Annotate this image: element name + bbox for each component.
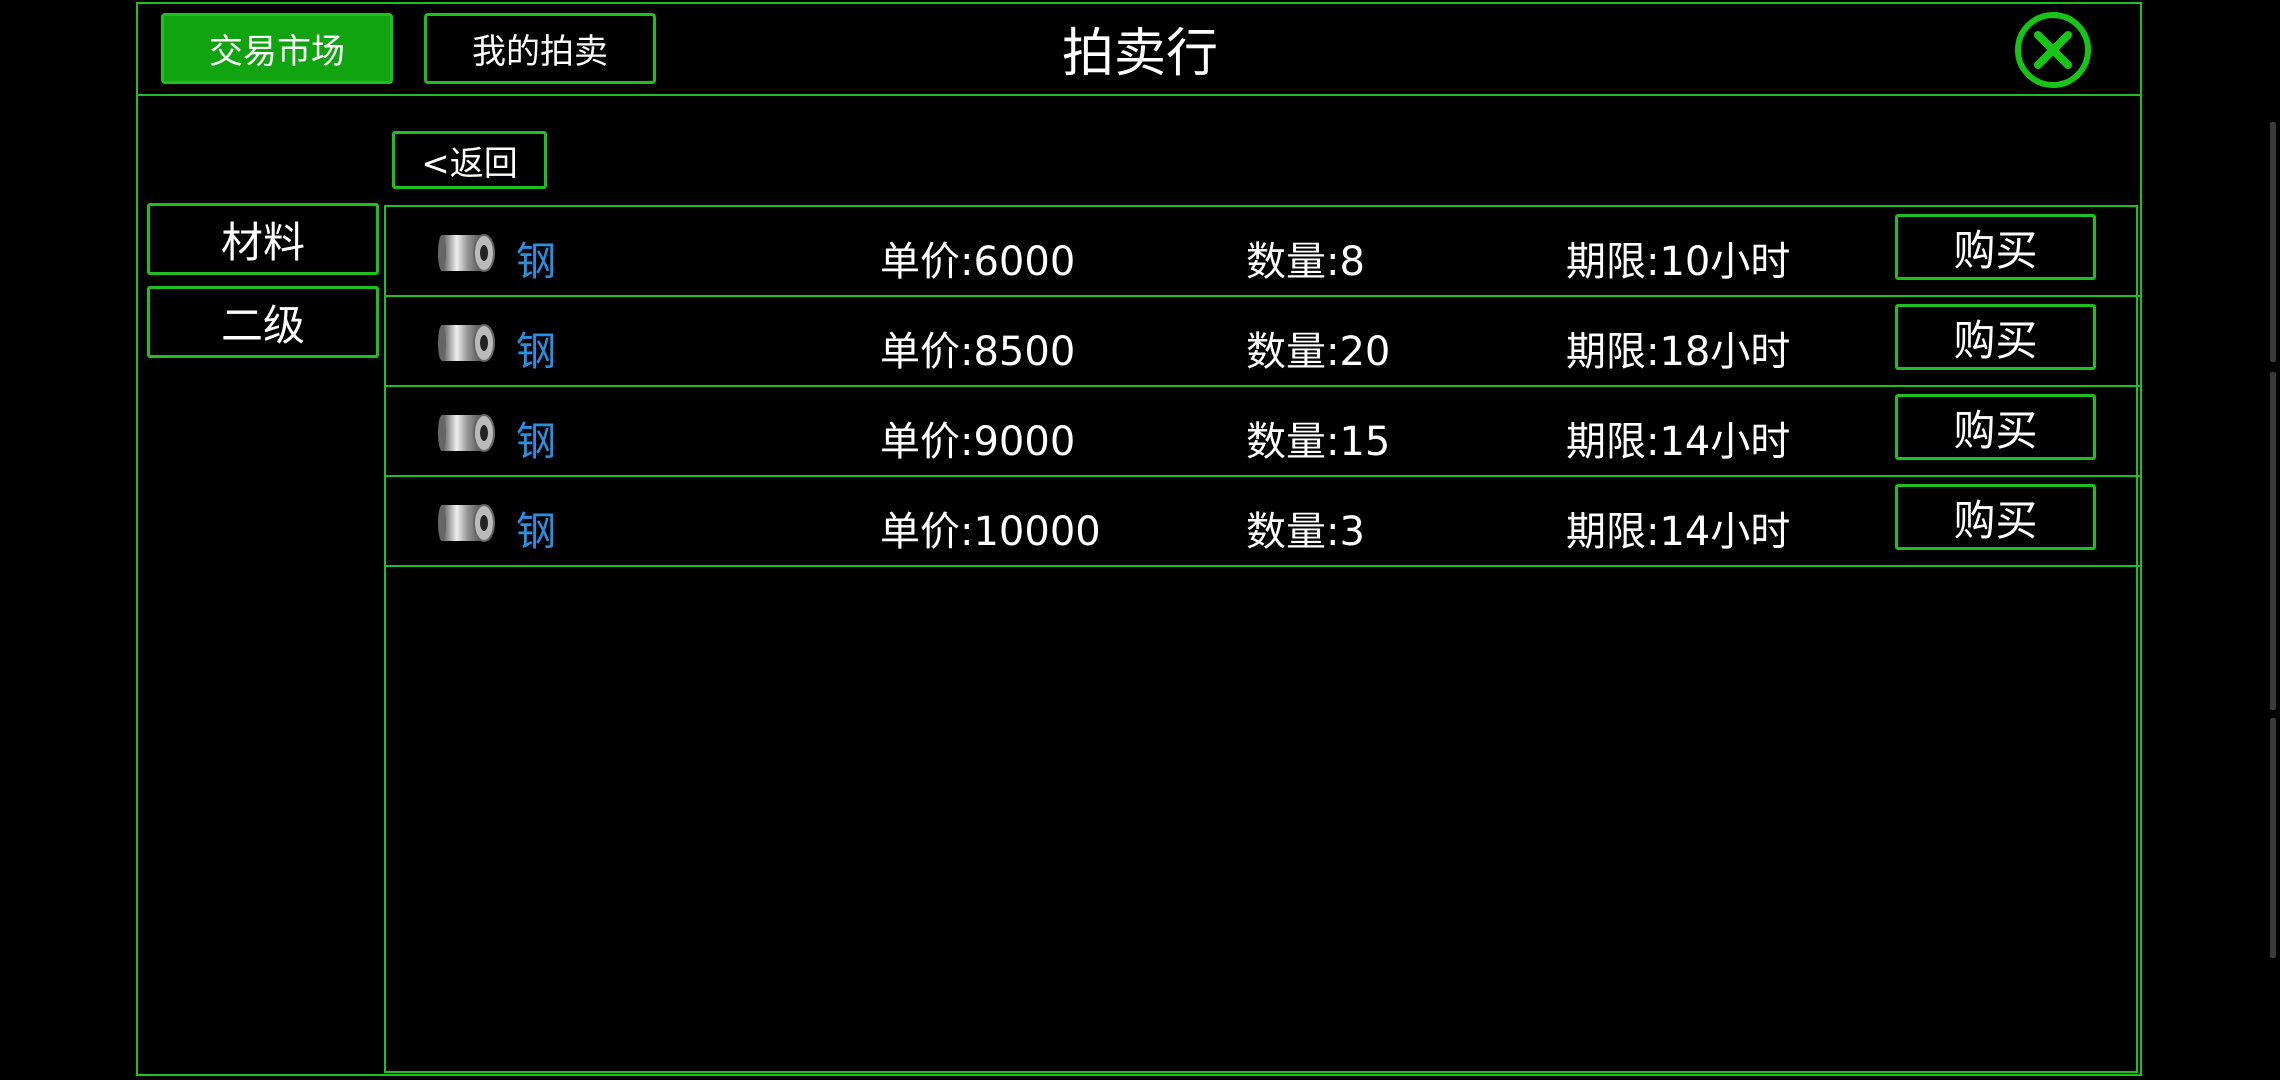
quantity: 数量:15 [1246,419,1391,465]
steel-coil-icon [438,234,495,272]
steel-coil-icon [438,504,495,542]
edge-handle [2270,372,2276,710]
quantity: 数量:20 [1246,329,1391,375]
buy-button[interactable]: 购买 [1895,484,2096,550]
buy-button[interactable]: 购买 [1895,304,2096,370]
listing-row: 钢 单价:10000 数量:3 期限:14小时 购买 [386,477,2140,567]
buy-button[interactable]: 购买 [1895,394,2096,460]
back-button[interactable]: <返回 [392,131,547,189]
buy-button[interactable]: 购买 [1895,214,2096,280]
time-limit: 期限:10小时 [1566,239,1791,285]
time-limit: 期限:14小时 [1566,419,1791,465]
time-limit: 期限:18小时 [1566,329,1791,375]
page-title: 拍卖行 [1061,23,1218,84]
unit-price: 单价:10000 [880,509,1101,555]
listing-row: 钢 单价:8500 数量:20 期限:18小时 购买 [386,297,2140,387]
listing-row: 钢 单价:9000 数量:15 期限:14小时 购买 [386,387,2140,477]
item-name[interactable]: 钢 [516,229,556,287]
item-name[interactable]: 钢 [516,409,556,467]
unit-price: 单价:6000 [880,239,1076,285]
tab-trading-market[interactable]: 交易市场 [161,13,393,84]
edge-handle [2270,122,2276,362]
listing-row: 钢 单价:6000 数量:8 期限:10小时 购买 [386,207,2140,297]
time-limit: 期限:14小时 [1566,509,1791,555]
tab-my-auctions[interactable]: 我的拍卖 [424,13,656,84]
item-name[interactable]: 钢 [516,499,556,557]
item-name[interactable]: 钢 [516,319,556,377]
steel-coil-icon [438,324,495,362]
quantity: 数量:3 [1246,509,1365,555]
auction-house-screen: 交易市场 我的拍卖 拍卖行 <返回 材料 二级 钢 单价:6000 数量:8 期… [0,0,2280,1080]
category-secondary[interactable]: 二级 [147,286,379,358]
unit-price: 单价:9000 [880,419,1076,465]
close-x-circle-icon [2034,31,2072,69]
close-button[interactable] [2015,12,2091,88]
quantity: 数量:8 [1246,239,1365,285]
edge-handle [2270,718,2276,958]
category-materials[interactable]: 材料 [147,203,379,275]
unit-price: 单价:8500 [880,329,1076,375]
listing-table: 钢 单价:6000 数量:8 期限:10小时 购买 钢 单价:8500 数量:2… [384,205,2140,1073]
steel-coil-icon [438,414,495,452]
header-divider [136,94,2142,96]
